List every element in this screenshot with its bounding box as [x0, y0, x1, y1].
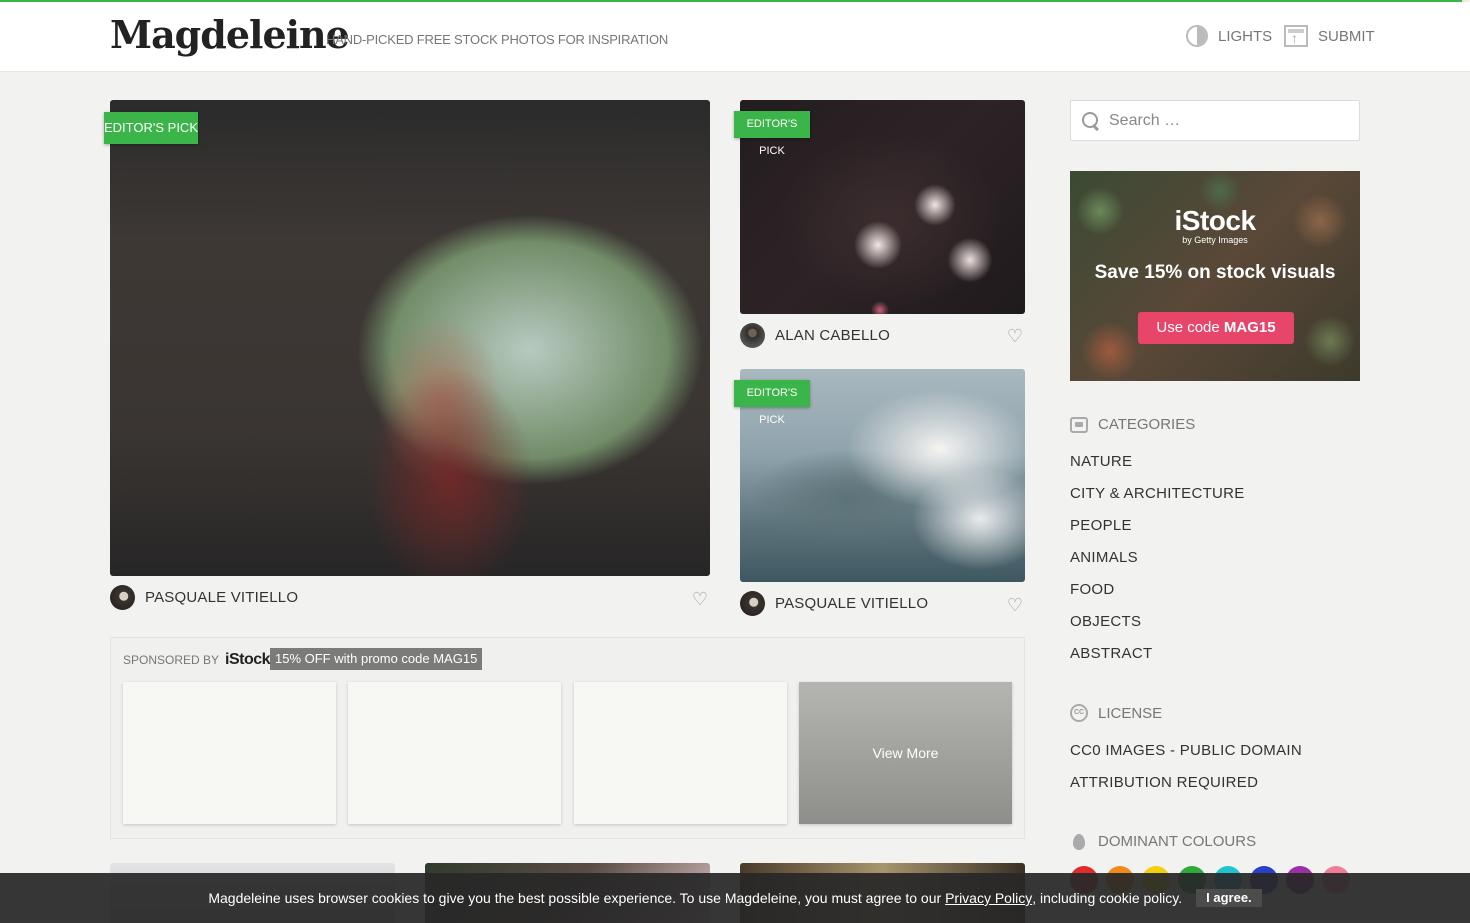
photo-woman-in-car[interactable]: [110, 100, 710, 576]
category-link[interactable]: PEOPLE: [1070, 513, 1245, 545]
categories-heading: CATEGORIES: [1070, 416, 1195, 433]
search-box: [1070, 100, 1360, 141]
license-list: CC0 IMAGES - PUBLIC DOMAIN ATTRIBUTION RE…: [1070, 738, 1302, 802]
lights-label: LIGHTS: [1218, 27, 1273, 45]
promo-code-badge: 15% OFF with promo code MAG15: [270, 648, 483, 670]
heart-icon[interactable]: ♡: [690, 589, 710, 609]
editors-pick-badge: EDITOR'S PICK: [734, 111, 810, 157]
ad-logo: iStock: [1174, 205, 1256, 236]
colours-title: DOMINANT COLOURS: [1098, 833, 1257, 850]
heart-icon[interactable]: ♡: [1005, 326, 1025, 346]
sponsored-by-text: SPONSORED BY: [123, 653, 220, 667]
cookie-text: Magdeleine uses browser cookies to give …: [208, 890, 946, 906]
search-icon[interactable]: [1081, 111, 1101, 131]
categories-list: NATURE CITY & ARCHITECTURE PEOPLE ANIMALS FO…: [1070, 449, 1245, 673]
avatar: [740, 591, 765, 616]
sponsored-tile[interactable]: [574, 682, 787, 824]
license-title: LICENSE: [1098, 704, 1163, 722]
avatar: [740, 323, 765, 348]
license-link[interactable]: CC0 IMAGES - PUBLIC DOMAIN: [1070, 738, 1302, 770]
category-link[interactable]: CITY & ARCHITECTURE: [1070, 481, 1245, 513]
tag-icon: [1070, 416, 1088, 433]
drop-icon: [1073, 833, 1085, 850]
half-circle-icon: [1186, 25, 1208, 47]
ad-logo-subtitle: by Getty Images: [1182, 235, 1248, 245]
site-header: Magdeleine HAND-PICKED FREE STOCK PHOTOS…: [0, 2, 1470, 72]
istock-ad-banner[interactable]: iStock by Getty Images Save 15% on stock…: [1070, 171, 1360, 381]
ad-cta-button[interactable]: Use code MAG15: [1138, 312, 1294, 344]
site-tagline: HAND-PICKED FREE STOCK PHOTOS FOR INSPIR…: [326, 32, 669, 47]
category-link[interactable]: NATURE: [1070, 449, 1245, 481]
creative-commons-icon: cc: [1070, 704, 1088, 722]
cookie-text-end: , including cookie policy.: [1032, 890, 1183, 906]
upload-icon: [1284, 25, 1308, 47]
category-link[interactable]: ABSTRACT: [1070, 641, 1245, 673]
sponsored-tile[interactable]: [123, 682, 336, 824]
editors-pick-badge: EDITOR'S PICK: [734, 380, 810, 426]
sponsored-tile[interactable]: [348, 682, 561, 824]
categories-title: CATEGORIES: [1098, 416, 1196, 433]
submit-label: SUBMIT: [1318, 27, 1375, 45]
sponsored-by-label: SPONSORED BY iStock: [123, 651, 271, 669]
photo-author[interactable]: ALAN CABELLO: [740, 323, 890, 348]
colours-heading: DOMINANT COLOURS: [1070, 833, 1256, 850]
cookie-agree-button[interactable]: I agree.: [1196, 889, 1262, 907]
heart-icon[interactable]: ♡: [1005, 595, 1025, 615]
author-name: PASQUALE VITIELLO: [145, 589, 299, 606]
category-link[interactable]: OBJECTS: [1070, 609, 1245, 641]
license-link[interactable]: ATTRIBUTION REQUIRED: [1070, 770, 1302, 802]
ad-cta-code: MAG15: [1223, 319, 1276, 336]
submit-link[interactable]: SUBMIT: [1284, 22, 1375, 50]
avatar: [110, 585, 135, 610]
site-logo[interactable]: Magdeleine: [110, 12, 350, 57]
search-input[interactable]: [1109, 101, 1354, 140]
ad-headline: Save 15% on stock visuals: [1094, 262, 1336, 283]
category-link[interactable]: ANIMALS: [1070, 545, 1245, 577]
photo-author[interactable]: PASQUALE VITIELLO: [110, 585, 298, 610]
author-name: PASQUALE VITIELLO: [775, 595, 929, 612]
photo-author[interactable]: PASQUALE VITIELLO: [740, 591, 928, 616]
editors-pick-badge: EDITOR'S PICK: [104, 112, 198, 144]
lights-toggle[interactable]: LIGHTS: [1186, 22, 1272, 50]
cookie-consent-bar: Magdeleine uses browser cookies to give …: [0, 873, 1470, 923]
author-name: ALAN CABELLO: [775, 327, 890, 344]
ad-cta-prefix: Use code: [1156, 319, 1224, 336]
istock-logo[interactable]: iStock: [225, 651, 271, 669]
category-link[interactable]: FOOD: [1070, 577, 1245, 609]
privacy-policy-link[interactable]: Privacy Policy: [945, 890, 1032, 906]
license-heading: cc LICENSE: [1070, 704, 1162, 722]
view-more-button[interactable]: View More: [799, 682, 1012, 824]
sponsored-gallery: SPONSORED BY iStock 15% OFF with promo c…: [110, 637, 1025, 839]
